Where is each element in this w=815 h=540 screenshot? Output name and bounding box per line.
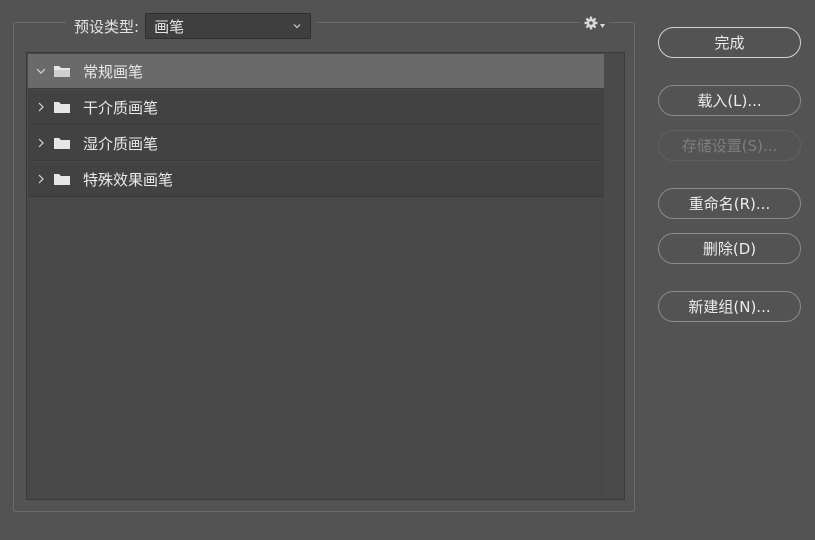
folder-label: 常规画笔 xyxy=(83,62,144,81)
folder-label: 湿介质画笔 xyxy=(83,134,159,153)
done-button[interactable]: 完成 xyxy=(658,27,801,58)
folder-row[interactable]: 特殊效果画笔 xyxy=(28,162,604,197)
preset-type-value: 画笔 xyxy=(154,17,185,36)
save-settings-button: 存储设置(S)... xyxy=(658,130,801,161)
folder-icon xyxy=(54,102,70,113)
delete-button[interactable]: 删除(D) xyxy=(658,233,801,264)
preset-manager-dialog: 预设类型: 画笔 常规画笔 干介质画笔 湿介质画笔 特殊效果画笔 完成 载入(L… xyxy=(0,0,815,540)
chevron-right-icon[interactable] xyxy=(35,173,47,185)
open-folder-icon xyxy=(54,66,70,77)
folder-label: 干介质画笔 xyxy=(83,98,159,117)
caret-down-icon xyxy=(600,24,605,28)
preset-type-select[interactable]: 画笔 xyxy=(145,13,312,39)
settings-menu-button[interactable] xyxy=(580,12,609,34)
load-button[interactable]: 载入(L)... xyxy=(658,85,801,116)
folder-label: 特殊效果画笔 xyxy=(83,170,174,189)
preset-type-label: 预设类型: xyxy=(74,17,140,36)
chevron-down-icon[interactable] xyxy=(35,65,47,77)
folder-icon xyxy=(54,138,70,149)
preset-list[interactable]: 常规画笔 干介质画笔 湿介质画笔 特殊效果画笔 xyxy=(26,52,625,500)
rename-button[interactable]: 重命名(R)... xyxy=(658,188,801,219)
chevron-right-icon[interactable] xyxy=(35,101,47,113)
gear-icon xyxy=(584,16,598,30)
chevron-right-icon[interactable] xyxy=(35,137,47,149)
new-group-button[interactable]: 新建组(N)... xyxy=(658,291,801,322)
list-scroll-track[interactable] xyxy=(604,53,624,499)
folder-row[interactable]: 常规画笔 xyxy=(28,54,604,89)
folder-row[interactable]: 湿介质画笔 xyxy=(28,126,604,161)
folder-icon xyxy=(54,174,70,185)
preset-type-row: 预设类型: 画笔 xyxy=(66,12,318,40)
folder-row[interactable]: 干介质画笔 xyxy=(28,90,604,125)
chevron-down-icon xyxy=(293,24,301,29)
